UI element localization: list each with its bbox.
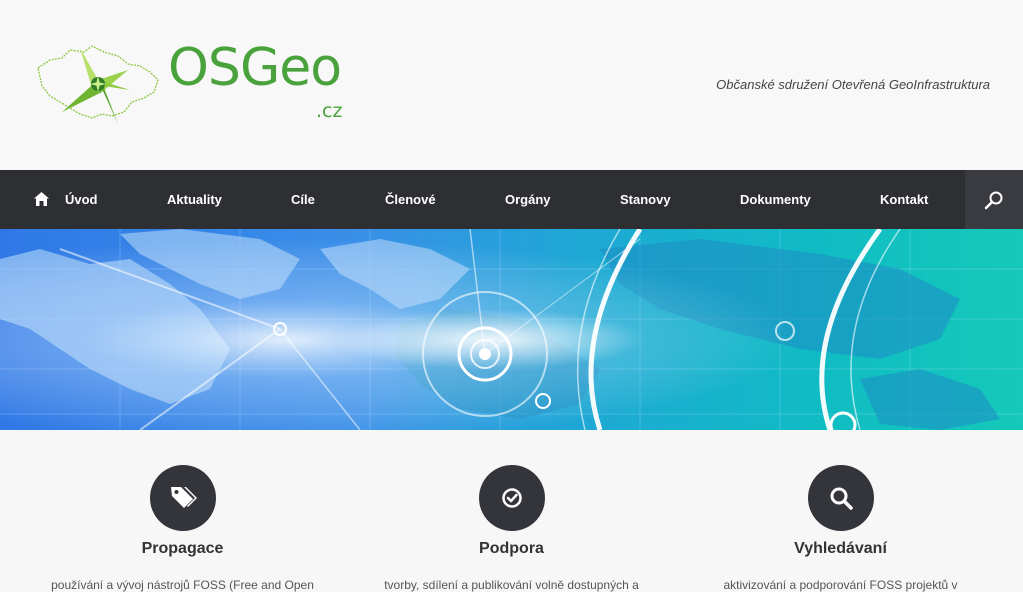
feature-icon-circle[interactable]	[478, 465, 545, 531]
feature-text: aktivizování a podporování FOSS projektů…	[723, 578, 958, 592]
nav-item-uvod[interactable]: Úvod	[65, 170, 98, 229]
feature-text: tvorby, sdílení a publikování volně dost…	[384, 578, 639, 592]
logo-text: OSGeo	[168, 38, 342, 98]
nav-item-clenove[interactable]: Členové	[385, 170, 436, 229]
check-circle-icon	[501, 488, 522, 508]
tags-icon	[170, 487, 197, 508]
feature-title: Propagace	[141, 540, 224, 557]
feature-title: Vyhledávaní	[794, 540, 887, 557]
site-tagline: Občanské sdružení Otevřená GeoInfrastruk…	[716, 77, 990, 92]
home-icon[interactable]	[34, 192, 49, 211]
nav-item-stanovy[interactable]: Stanovy	[620, 170, 671, 229]
nav-item-cile[interactable]: Cíle	[291, 170, 315, 229]
nav-item-kontakt[interactable]: Kontakt	[880, 170, 928, 229]
site-header: OSGeo .cz Občanské sdružení Otevřená Geo…	[0, 0, 1023, 170]
nav-item-organy[interactable]: Orgány	[505, 170, 551, 229]
logo-suffix: .cz	[316, 100, 343, 122]
features-section: Propagace používání a vývoj nástrojů FOS…	[0, 430, 1023, 592]
feature-title: Podpora	[479, 540, 544, 557]
main-navigation: Úvod Aktuality Cíle Členové Orgány Stano…	[0, 170, 1023, 229]
feature-icon-circle[interactable]	[149, 465, 216, 531]
world-map-banner-image	[0, 229, 1023, 430]
feature-propagace: Propagace používání a vývoj nástrojů FOS…	[12, 430, 353, 592]
feature-text: používání a vývoj nástrojů FOSS (Free an…	[51, 578, 314, 592]
hero-banner	[0, 229, 1023, 430]
nav-item-aktuality[interactable]: Aktuality	[167, 170, 222, 229]
czech-map-compass-icon	[37, 45, 159, 124]
search-icon	[830, 487, 853, 510]
feature-podpora: Podpora tvorby, sdílení a publikování vo…	[341, 430, 682, 592]
feature-vyhledavani: Vyhledávaní aktivizování a podporování F…	[670, 430, 1011, 592]
site-logo[interactable]: OSGeo .cz	[32, 40, 362, 135]
nav-item-dokumenty[interactable]: Dokumenty	[740, 170, 811, 229]
search-icon	[984, 191, 1003, 210]
feature-icon-circle[interactable]	[807, 465, 874, 531]
search-toggle-button[interactable]	[965, 170, 1023, 229]
